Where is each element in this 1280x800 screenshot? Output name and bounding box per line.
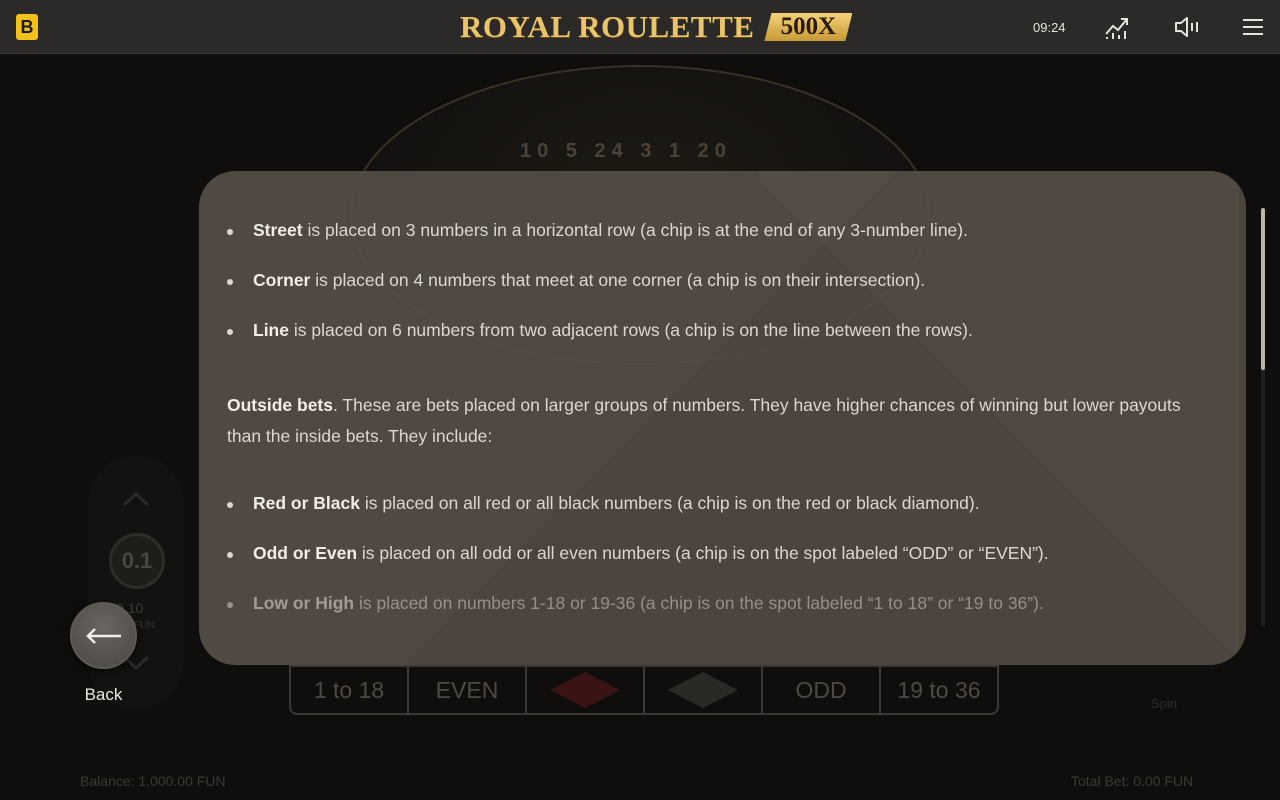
outside-bets-intro: Outside bets. These are bets placed on l… bbox=[227, 390, 1217, 452]
brand-logo: B bbox=[16, 14, 38, 40]
bet-even[interactable]: EVEN bbox=[409, 667, 527, 713]
scrollbar-thumb[interactable] bbox=[1261, 208, 1265, 370]
back-button[interactable] bbox=[70, 602, 137, 669]
rules-content: Street is placed on 3 numbers in a horiz… bbox=[227, 215, 1217, 638]
list-item: Odd or Even is placed on all odd or all … bbox=[227, 538, 1217, 569]
outside-bet-row: 1 to 18 EVEN ODD 19 to 36 bbox=[289, 665, 999, 715]
bet-description: is placed on 6 numbers from two adjacent… bbox=[288, 320, 973, 340]
bet-odd[interactable]: ODD bbox=[763, 667, 881, 713]
bet-term: Line bbox=[253, 320, 289, 340]
bet-term: Red or Black bbox=[253, 493, 360, 513]
bet-description: is placed on 4 numbers that meet at one … bbox=[310, 270, 926, 290]
red-diamond-icon bbox=[550, 672, 620, 708]
menu-icon[interactable] bbox=[1240, 14, 1266, 40]
bet-term: Corner bbox=[253, 270, 311, 290]
bet-description: is placed on all red or all black number… bbox=[359, 493, 980, 513]
rules-dialog[interactable]: Street is placed on 3 numbers in a horiz… bbox=[199, 171, 1246, 665]
list-item: Red or Black is placed on all red or all… bbox=[227, 488, 1217, 519]
inside-bets-list: Street is placed on 3 numbers in a horiz… bbox=[227, 215, 1217, 346]
bet-term: Odd or Even bbox=[253, 543, 358, 563]
section-description: . These are bets placed on larger groups… bbox=[227, 395, 1181, 446]
list-item: Street is placed on 3 numbers in a horiz… bbox=[227, 215, 1217, 246]
bet-description: is placed on all odd or all even numbers… bbox=[357, 543, 1049, 563]
arrow-left-icon bbox=[85, 627, 121, 644]
balance: Balance: 1,000.00 FUN bbox=[80, 773, 226, 789]
bet-term: Low or High bbox=[253, 593, 355, 613]
game-logo: ROYAL ROULETTE 500X bbox=[460, 9, 853, 44]
list-item: Line is placed on 6 numbers from two adj… bbox=[227, 315, 1217, 346]
top-bar: B ROYAL ROULETTE 500X 09:24 bbox=[0, 0, 1280, 54]
chevron-up-icon[interactable] bbox=[122, 491, 150, 507]
spin-button[interactable]: Spin bbox=[1151, 696, 1177, 711]
bet-black[interactable] bbox=[645, 667, 763, 713]
bet-description: is placed on numbers 1-18 or 19-36 (a ch… bbox=[354, 593, 1044, 613]
chip-currency: FUN bbox=[134, 620, 155, 631]
total-bet: Total Bet: 0.00 FUN bbox=[1071, 773, 1194, 789]
multiplier-badge: 500X bbox=[764, 13, 853, 41]
back-label: Back bbox=[84, 685, 123, 704]
bet-red[interactable] bbox=[527, 667, 645, 713]
section-term: Outside bets bbox=[227, 395, 333, 415]
game-title: ROYAL ROULETTE bbox=[460, 9, 755, 44]
bet-high[interactable]: 19 to 36 bbox=[881, 667, 997, 713]
bet-term: Street bbox=[253, 220, 303, 240]
bet-description: is placed on 3 numbers in a horizontal r… bbox=[302, 220, 968, 240]
wheel-numbers: 10 5 24 3 1 20 bbox=[520, 140, 732, 162]
bet-low[interactable]: 1 to 18 bbox=[291, 667, 409, 713]
list-item: Low or High is placed on numbers 1-18 or… bbox=[227, 588, 1217, 619]
chip[interactable]: 0.1 bbox=[109, 533, 165, 589]
outside-bets-list: Red or Black is placed on all red or all… bbox=[227, 488, 1217, 619]
sound-icon[interactable] bbox=[1174, 14, 1200, 40]
stats-icon[interactable] bbox=[1104, 14, 1130, 40]
list-item: Corner is placed on 4 numbers that meet … bbox=[227, 265, 1217, 296]
black-diamond-icon bbox=[668, 672, 738, 708]
clock: 09:24 bbox=[1033, 20, 1066, 35]
